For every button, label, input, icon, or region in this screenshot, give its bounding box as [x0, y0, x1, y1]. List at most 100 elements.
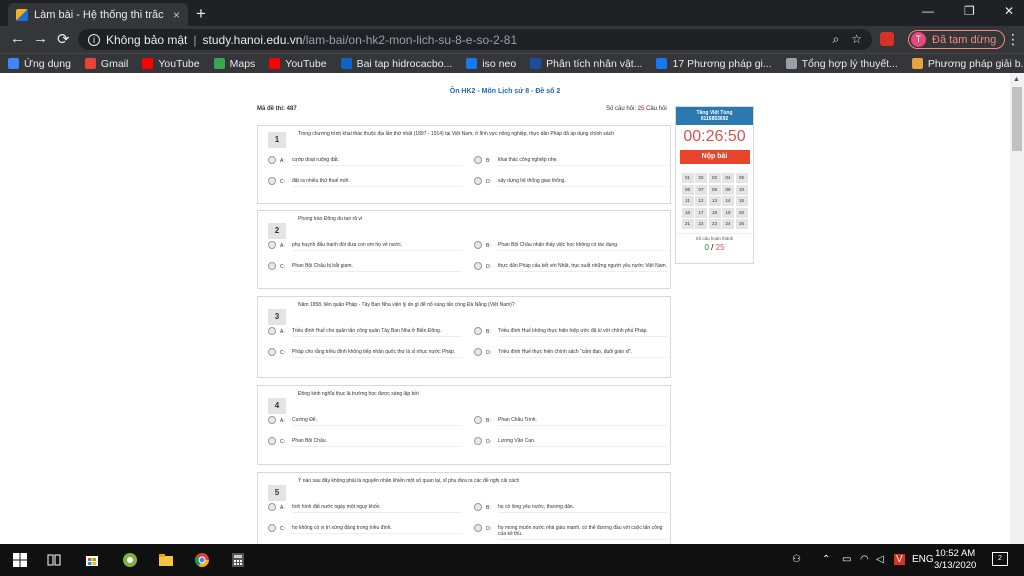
answer-option[interactable]: C: Phan Bội Châu bị bắt giam. — [268, 262, 468, 272]
submit-button[interactable]: Nộp bài — [679, 150, 750, 164]
question-nav-cell[interactable]: 11 — [681, 196, 694, 206]
question-nav-cell[interactable]: 22 — [695, 219, 707, 229]
answer-option[interactable]: B: Phan Bội Châu nhận thấy việc học không… — [474, 241, 674, 251]
answer-radio[interactable] — [268, 327, 276, 335]
store-icon[interactable] — [84, 552, 100, 568]
chrome-icon[interactable] — [194, 552, 210, 568]
answer-radio[interactable] — [474, 503, 482, 511]
question-nav-cell[interactable]: 01 — [681, 173, 694, 183]
question-nav-cell[interactable]: 09 — [722, 184, 734, 195]
answer-radio[interactable] — [474, 262, 482, 270]
answer-option[interactable]: D: thực dân Pháp cấu kết với Nhật, trục x… — [474, 262, 674, 272]
bookmark-item[interactable]: Ứng dụng — [8, 58, 71, 70]
bookmark-item[interactable]: Tổng hợp lý thuyết... — [785, 58, 898, 70]
volume-icon[interactable]: ◁ — [876, 554, 884, 565]
answer-option[interactable]: A: Triều đình Huế cho quân tấn công quân … — [268, 327, 468, 337]
calculator-icon[interactable] — [230, 552, 246, 568]
question-nav-cell[interactable]: 08 — [708, 184, 721, 195]
answer-radio[interactable] — [268, 524, 276, 532]
new-tab-button[interactable]: + — [196, 4, 206, 24]
answer-radio[interactable] — [268, 416, 276, 424]
question-nav-cell[interactable]: 17 — [695, 207, 707, 218]
answer-option[interactable]: A: tình hình đất nước ngày một nguy khốn. — [268, 503, 468, 513]
question-nav-cell[interactable]: 03 — [708, 173, 721, 183]
answer-radio[interactable] — [474, 437, 482, 445]
question-nav-cell[interactable]: 20 — [735, 207, 748, 218]
zoom-search-icon[interactable]: ⌕ — [833, 32, 840, 47]
info-icon[interactable]: i — [88, 33, 100, 46]
answer-radio[interactable] — [268, 262, 276, 270]
battery-icon[interactable]: ▭ — [842, 554, 851, 565]
question-nav-cell[interactable]: 18 — [708, 207, 721, 218]
question-nav-cell[interactable]: 05 — [735, 173, 748, 183]
people-icon[interactable]: ⚇ — [792, 554, 801, 565]
question-nav-cell[interactable]: 16 — [681, 207, 694, 218]
system-clock[interactable]: 10:52 AM 3/13/2020 — [934, 548, 976, 572]
question-nav-cell[interactable]: 14 — [722, 196, 734, 206]
browser-tab[interactable]: Làm bài - Hệ thống thi trắc nghiệ × — [8, 3, 188, 26]
answer-option[interactable]: A: cướp đoạt ruộng đất. — [268, 156, 468, 166]
address-bar[interactable]: i Không bảo mật | study.hanoi.edu.vn /la… — [78, 29, 872, 50]
bookmark-item[interactable]: Maps — [213, 58, 255, 70]
answer-radio[interactable] — [268, 156, 276, 164]
answer-radio[interactable] — [268, 503, 276, 511]
bookmark-item[interactable]: Gmail — [84, 58, 128, 70]
question-nav-cell[interactable]: 23 — [708, 219, 721, 229]
file-explorer-icon[interactable] — [158, 552, 174, 568]
question-nav-cell[interactable]: 10 — [735, 184, 748, 195]
question-nav-cell[interactable]: 04 — [722, 173, 734, 183]
maximize-button[interactable]: ❐ — [964, 4, 975, 18]
bookmark-item[interactable]: YouTube — [269, 58, 327, 70]
question-nav-cell[interactable]: 02 — [695, 173, 707, 183]
answer-radio[interactable] — [474, 177, 482, 185]
browser-menu-icon[interactable]: ⋮ — [1006, 31, 1020, 48]
tab-close-icon[interactable]: × — [173, 8, 180, 22]
answer-radio[interactable] — [268, 348, 276, 356]
profile-button[interactable]: T Đã tạm dừng — [908, 30, 1006, 49]
page-scrollbar[interactable]: ▲ — [1010, 73, 1024, 544]
answer-option[interactable]: C: đặt ra nhiều thứ thuế mới. — [268, 177, 468, 187]
answer-option[interactable]: D: Triều đình Huế thực hiện chính sách “c… — [474, 348, 674, 358]
question-nav-cell[interactable]: 12 — [695, 196, 707, 206]
answer-option[interactable]: D: họ mong muốn nước nhà giàu mạnh, có th… — [474, 524, 674, 540]
bookmark-item[interactable]: YouTube — [142, 58, 200, 70]
question-nav-cell[interactable]: 07 — [695, 184, 707, 195]
reload-button[interactable]: ⟳ — [57, 30, 70, 48]
question-nav-cell[interactable]: 19 — [722, 207, 734, 218]
answer-radio[interactable] — [268, 241, 276, 249]
back-button[interactable]: ← — [10, 30, 25, 47]
language-indicator[interactable]: ENG — [912, 554, 934, 565]
bookmark-item[interactable]: Phương pháp giải b... — [911, 58, 1024, 70]
bookmark-star-icon[interactable]: ☆ — [851, 32, 862, 47]
answer-option[interactable]: A: phụ huynh đấu tranh đòi đưa con em họ … — [268, 241, 468, 251]
bookmark-item[interactable]: iso neo — [466, 58, 516, 70]
answer-option[interactable]: C: họ không có vị trí xứng đáng trong tri… — [268, 524, 468, 534]
app-tray-icon[interactable]: V — [894, 554, 905, 565]
wifi-icon[interactable]: ◠ — [860, 554, 869, 565]
windows-start-icon[interactable] — [12, 552, 28, 568]
answer-option[interactable]: A: Cường Để. — [268, 416, 468, 426]
question-nav-cell[interactable]: 24 — [722, 219, 734, 229]
answer-option[interactable]: B: khai thác công nghiệp nhẹ. — [474, 156, 674, 166]
scroll-up-icon[interactable]: ▲ — [1013, 76, 1020, 83]
question-nav-cell[interactable]: 21 — [681, 219, 694, 229]
answer-radio[interactable] — [268, 437, 276, 445]
app-green-icon[interactable] — [122, 552, 138, 568]
task-view-icon[interactable] — [46, 552, 62, 568]
question-nav-cell[interactable]: 15 — [735, 196, 748, 206]
question-nav-cell[interactable]: 25 — [735, 219, 748, 229]
answer-radio[interactable] — [474, 416, 482, 424]
answer-radio[interactable] — [268, 177, 276, 185]
answer-radio[interactable] — [474, 156, 482, 164]
answer-radio[interactable] — [474, 241, 482, 249]
answer-option[interactable]: D: Lương Văn Can. — [474, 437, 674, 447]
bookmark-item[interactable]: 17 Phương pháp gi... — [656, 58, 772, 70]
bookmark-item[interactable]: Phân tích nhân vật... — [530, 58, 642, 70]
forward-button[interactable]: → — [33, 30, 48, 47]
answer-option[interactable]: B: Triều đình Huế không thực hiện hiệp ướ… — [474, 327, 674, 337]
scroll-thumb[interactable] — [1012, 87, 1022, 151]
question-nav-cell[interactable]: 13 — [708, 196, 721, 206]
bookmark-item[interactable]: Bai tap hidrocacbo... — [340, 58, 452, 70]
tray-chevron-icon[interactable]: ⌃ — [822, 554, 830, 565]
answer-option[interactable]: D: xây dựng hệ thống giao thông. — [474, 177, 674, 187]
